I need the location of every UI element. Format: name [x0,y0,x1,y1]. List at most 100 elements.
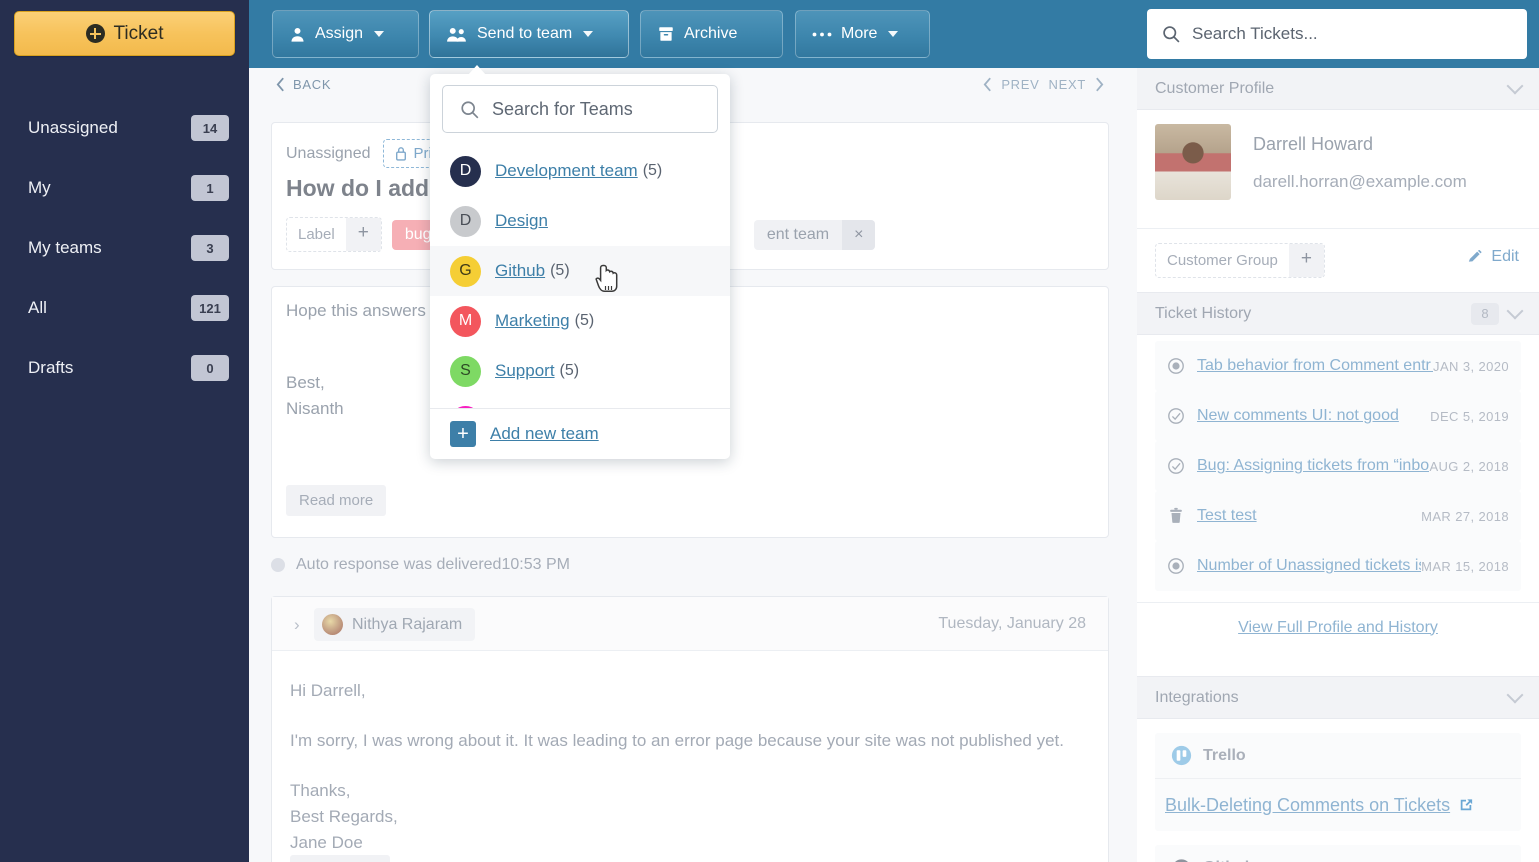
sidebar-item-label: My [28,178,51,197]
customer-group-label: Customer Group [1167,252,1278,269]
lock-icon [395,147,406,161]
archive-icon [659,27,673,41]
integrations-header[interactable]: Integrations [1137,677,1539,719]
chevron-left-icon[interactable] [983,77,992,92]
customer-profile-header[interactable]: Customer Profile [1137,68,1539,110]
send-to-team-dropdown: Search for Teams D Development team (5) … [430,65,730,459]
person-icon [291,27,304,42]
add-label-text: Label [298,226,335,243]
people-icon [447,27,466,42]
sidebar-item-count: 3 [191,235,229,261]
chip-label: ent team [766,225,830,243]
add-customer-group-button[interactable]: Customer Group + [1155,243,1325,278]
more-button[interactable]: More [795,10,930,58]
team-avatar: D [450,205,481,237]
sidebar-item-label: All [28,298,47,317]
new-ticket-button[interactable]: Ticket [14,11,235,56]
ticket-history-header[interactable]: Ticket History 8 [1137,293,1539,335]
chevron-down-icon [1506,302,1524,320]
team-option-github[interactable]: G Github (5) [430,246,730,296]
plus-circle-icon [85,24,105,43]
history-title[interactable]: Tab behavior from Comment entr… [1197,357,1433,375]
history-title[interactable]: Number of Unassigned tickets isn… [1197,557,1421,575]
team-option-support[interactable]: S Support (5) [430,346,730,396]
search-teams-input[interactable]: Search for Teams [442,85,718,133]
message-line: Best Regards, [290,807,398,826]
back-link[interactable]: BACK [276,77,331,92]
history-title[interactable]: New comments UI: not good [1197,407,1430,425]
list-item[interactable]: Tab behavior from Comment entr… JAN 3, 2… [1155,341,1521,391]
auto-response-text: Auto response was delivered10:53 PM [296,556,570,573]
sidebar-item-my-teams[interactable]: My teams 3 [0,226,249,270]
ticket-history-panel: Ticket History 8 Tab behavior from Comme… [1137,293,1539,677]
message-line: I'm sorry, I was wrong about it. It was … [290,731,1064,750]
team-member-count: (5) [550,262,570,279]
ticketing-app-window: Ticket Unassigned 14 My 1 My teams 3 All… [0,0,1539,862]
list-item[interactable]: Test test MAR 27, 2018 [1155,491,1521,541]
chevron-down-icon [888,31,899,37]
message-line: Jane Doe [290,833,363,852]
send-to-team-button[interactable]: Send to team [429,10,629,58]
radio-filled-icon [1168,358,1184,374]
history-title[interactable]: Test test [1197,507,1421,525]
top-toolbar: Assign Send to team Archive More Search … [249,0,1539,68]
sidebar-item-label: My teams [28,238,102,257]
sidebar-item-unassigned[interactable]: Unassigned 14 [0,106,249,150]
plus-icon: + [345,218,381,251]
read-more-button[interactable]: Read more [286,485,387,516]
chevron-down-icon [1506,686,1524,704]
team-option-partial[interactable]: G [430,396,730,408]
add-label-button[interactable]: Label + [286,217,382,252]
integrations-panel: Integrations Trello Bulk-Deleting Commen… [1137,677,1539,862]
sidebar-item-drafts[interactable]: Drafts 0 [0,346,249,390]
customer-group-row: Customer Group + Edit [1137,228,1539,288]
pencil-icon [1469,249,1483,262]
integration-trello: Trello Bulk-Deleting Comments on Tickets [1155,733,1521,831]
list-item[interactable]: Number of Unassigned tickets isn… MAR 15… [1155,541,1521,591]
prev-link[interactable]: PREV [1001,77,1039,92]
search-icon [461,100,479,118]
team-avatar: S [450,355,481,387]
chevron-right-icon[interactable]: › [294,615,300,635]
list-item[interactable]: New comments UI: not good DEC 5, 2019 [1155,391,1521,441]
teams-list[interactable]: D Development team (5) D Design G Github… [430,146,730,408]
history-date: MAR 15, 2018 [1421,558,1509,574]
customer-avatar [1155,124,1231,200]
team-option-marketing[interactable]: M Marketing (5) [430,296,730,346]
trash-icon [1170,507,1182,523]
assign-button[interactable]: Assign [272,10,419,58]
team-name: Design [495,211,548,230]
team-option-design[interactable]: D Design [430,196,730,246]
external-link-icon[interactable] [1459,798,1473,812]
read-more-button[interactable]: Read more [290,855,391,862]
customer-profile-panel: Customer Profile Darrell Howard darell.h… [1137,68,1539,293]
more-label: More [841,25,878,42]
label-chip-team[interactable]: ent team × [753,219,876,250]
team-name: Development team [495,161,638,180]
chevron-right-icon[interactable] [1095,77,1104,92]
reply-line: Best, [286,373,325,392]
message-author[interactable]: Nithya Rajaram [314,608,476,641]
add-new-team-button[interactable]: + Add new team [430,408,730,459]
history-date: AUG 2, 2018 [1429,458,1509,474]
history-title[interactable]: Bug: Assigning tickets from “inbo… [1197,457,1429,475]
integration-github: Github [1155,845,1521,862]
trello-header: Trello [1155,733,1521,779]
edit-profile-button[interactable]: Edit [1468,248,1519,266]
archive-button[interactable]: Archive [640,10,783,58]
team-avatar: G [450,255,481,287]
sidebar-item-my[interactable]: My 1 [0,166,249,210]
assign-label: Assign [315,25,364,42]
next-link[interactable]: NEXT [1049,77,1086,92]
search-tickets-input[interactable]: Search Tickets... [1147,9,1527,59]
close-icon[interactable]: × [842,219,876,250]
team-avatar: M [450,305,481,337]
sidebar-item-count: 0 [191,355,229,381]
message-card: › Nithya Rajaram Tuesday, January 28 Hi … [271,596,1109,862]
trello-card-link[interactable]: Bulk-Deleting Comments on Tickets [1165,795,1450,816]
customer-email: darell.horran@example.com [1253,172,1467,191]
team-option-development-team[interactable]: D Development team (5) [430,146,730,196]
list-item[interactable]: Bug: Assigning tickets from “inbo… AUG 2… [1155,441,1521,491]
view-full-profile-link[interactable]: View Full Profile and History [1238,619,1438,637]
sidebar-item-all[interactable]: All 121 [0,286,249,330]
